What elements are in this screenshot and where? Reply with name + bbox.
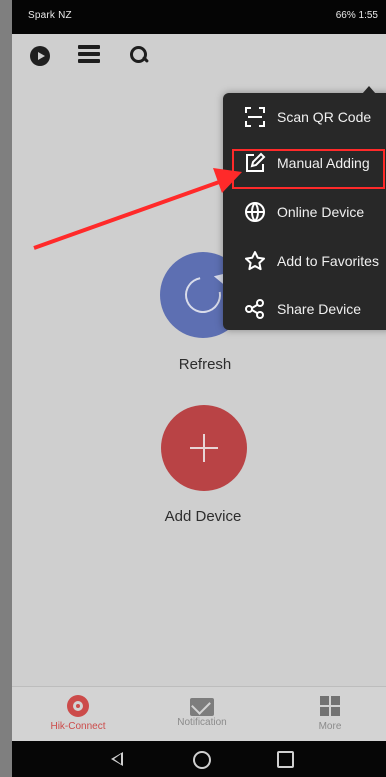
hik-connect-icon bbox=[67, 695, 89, 717]
tab-notification[interactable]: Notification bbox=[152, 695, 252, 728]
tab-label: Notification bbox=[177, 717, 227, 728]
recents-icon[interactable] bbox=[277, 751, 294, 768]
grid-icon bbox=[319, 695, 341, 717]
tab-more[interactable]: More bbox=[280, 695, 380, 732]
back-icon[interactable] bbox=[111, 752, 123, 766]
home-icon[interactable] bbox=[193, 751, 211, 769]
system-nav-bar bbox=[12, 741, 386, 777]
mail-icon bbox=[190, 698, 214, 716]
tab-label: Hik-Connect bbox=[50, 721, 106, 732]
annotation-arrow bbox=[33, 168, 242, 250]
phone-screen: Spark NZ 66% 1:55 Refresh Add Device Sca… bbox=[12, 0, 386, 777]
tab-hik-connect[interactable]: Hik-Connect bbox=[28, 695, 128, 732]
tab-label: More bbox=[318, 721, 342, 732]
bottom-tab-bar: Hik-Connect Notification More bbox=[12, 686, 386, 742]
